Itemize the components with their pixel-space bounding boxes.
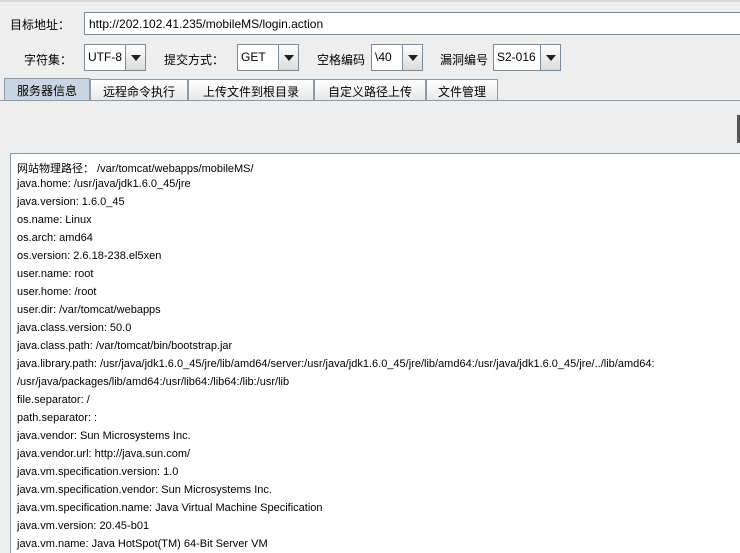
output-line: path.separator: : [17, 412, 98, 424]
output-line: os.name: Linux [17, 214, 92, 226]
output-line: user.dir: /var/tomcat/webapps [17, 304, 161, 316]
output-line: java.vm.specification.version: 1.0 [17, 466, 179, 478]
tab-label: 远程命令执行 [102, 85, 175, 99]
tab-label: 服务器信息 [16, 84, 77, 98]
output-line: java.vm.specification.vendor: Sun Micros… [17, 484, 272, 496]
charset-value: UTF-8 [88, 50, 122, 64]
window-top-edge [0, 0, 740, 2]
tab-label: 上传文件到根目录 [202, 85, 299, 99]
output-line: /usr/java/packages/lib/amd64:/usr/lib64:… [17, 376, 290, 388]
output-line: java.version: 1.6.0_45 [17, 196, 125, 208]
output-line: java.vm.version: 20.45-b01 [17, 520, 150, 532]
output-line: user.home: /root [17, 286, 97, 298]
space-encoding-select[interactable]: \40 [371, 44, 423, 71]
app-window: 目标地址： 字符集： UTF-8 提交方式： GET 空格编码 \40 漏洞编号… [0, 0, 740, 553]
chevron-down-icon[interactable] [540, 45, 560, 70]
vuln-label: 漏洞编号 [440, 53, 489, 67]
url-label: 目标地址： [10, 18, 71, 32]
output-line: 网站物理路径： /var/tomcat/webapps/mobileMS/ [17, 163, 254, 175]
method-label: 提交方式： [164, 53, 225, 67]
space-encoding-value: \40 [375, 50, 392, 64]
output-line: java.class.version: 50.0 [17, 322, 132, 334]
charset-select[interactable]: UTF-8 [84, 44, 146, 71]
output-line: java.vendor.url: http://java.sun.com/ [17, 448, 191, 460]
output-line: java.class.path: /var/tomcat/bin/bootstr… [17, 340, 233, 352]
tab-divider [0, 100, 740, 101]
vuln-value: S2-016 [497, 50, 536, 64]
tab-custom-path-upload[interactable]: 自定义路径上传 [314, 79, 426, 101]
output-line: java.library.path: /usr/java/jdk1.6.0_45… [17, 358, 655, 370]
output-textarea[interactable]: 网站物理路径： /var/tomcat/webapps/mobileMS/ ja… [10, 153, 740, 553]
vuln-select[interactable]: S2-016 [493, 44, 561, 71]
chevron-down-icon[interactable] [278, 45, 298, 70]
charset-label: 字符集： [24, 53, 73, 67]
tab-upload-root[interactable]: 上传文件到根目录 [188, 79, 314, 101]
output-line: java.vendor: Sun Microsystems Inc. [17, 430, 191, 442]
output-line: java.vm.name: Java HotSpot(TM) 64-Bit Se… [17, 538, 268, 550]
output-line: file.separator: / [17, 394, 90, 406]
target-url-input[interactable] [84, 12, 740, 35]
method-select[interactable]: GET [237, 44, 299, 71]
output-line: os.arch: amd64 [17, 232, 93, 244]
output-line: java.home: /usr/java/jdk1.6.0_45/jre [17, 178, 191, 190]
output-line: user.name: root [17, 268, 94, 280]
tab-remote-command[interactable]: 远程命令执行 [90, 79, 188, 101]
tab-server-info[interactable]: 服务器信息 [4, 78, 90, 101]
chevron-down-icon[interactable] [402, 45, 422, 70]
space-encoding-label: 空格编码 [317, 53, 366, 67]
tab-label: 自定义路径上传 [327, 85, 412, 99]
tab-file-manager[interactable]: 文件管理 [426, 79, 498, 101]
output-line: java.vm.specification.name: Java Virtual… [17, 502, 323, 514]
tab-label: 文件管理 [437, 85, 486, 99]
chevron-down-icon[interactable] [125, 45, 145, 70]
output-line: os.version: 2.6.18-238.el5xen [17, 250, 162, 262]
method-value: GET [241, 50, 266, 64]
